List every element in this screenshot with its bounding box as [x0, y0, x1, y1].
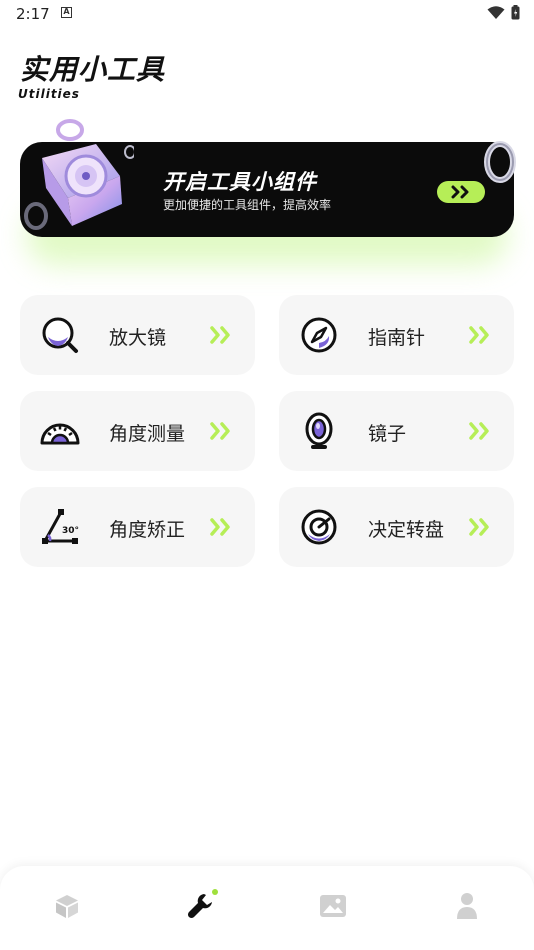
- spinner-wheel-icon: [301, 509, 337, 545]
- cube-icon: [56, 895, 78, 918]
- tool-label: 决定转盘: [368, 519, 445, 541]
- nav-item-widgets[interactable]: [47, 886, 87, 926]
- tool-card-compass[interactable]: 指南针: [279, 295, 514, 375]
- battery-icon: [511, 5, 520, 20]
- status-indicators: [487, 5, 520, 20]
- protractor-icon: [40, 423, 80, 445]
- tool-label: 指南针: [368, 327, 426, 349]
- tool-label: 放大镜: [109, 327, 167, 349]
- notification-icon: A: [61, 7, 72, 18]
- double-chevron-right-icon: [210, 326, 230, 344]
- angle-value-text: 30°: [62, 526, 79, 536]
- banner-title: 开启工具小组件: [163, 170, 317, 194]
- tool-card-mirror[interactable]: 镜子: [279, 391, 514, 471]
- tool-card-magnifier[interactable]: 放大镜: [20, 295, 255, 375]
- image-icon: [320, 895, 346, 917]
- active-indicator-dot: [212, 889, 218, 895]
- page-title: 实用小工具: [20, 53, 166, 86]
- compass-icon: [301, 317, 337, 353]
- mirror-icon: [305, 412, 333, 449]
- tool-label: 镜子: [368, 423, 407, 445]
- double-chevron-right-icon: [210, 422, 230, 440]
- tool-card-decision-wheel[interactable]: 决定转盘: [279, 487, 514, 567]
- person-icon: [457, 893, 477, 919]
- double-chevron-right-icon: [469, 422, 489, 440]
- tool-label: 角度测量: [109, 423, 186, 445]
- ring-decoration: [484, 141, 516, 183]
- nav-item-profile[interactable]: [447, 886, 487, 926]
- cube-illustration: [24, 119, 134, 230]
- wrench-icon: [187, 894, 212, 919]
- double-chevron-right-icon: [210, 518, 230, 536]
- banner-description: 更加便捷的工具组件，提高效率: [163, 198, 332, 212]
- tool-label: 角度矫正: [109, 519, 186, 541]
- angle-correction-icon: 30°: [42, 509, 79, 544]
- double-chevron-right-icon: [469, 518, 489, 536]
- status-time: 2:17: [16, 5, 50, 23]
- tool-card-angle-correction[interactable]: 30° 角度矫正: [20, 487, 255, 567]
- nav-item-tools[interactable]: [181, 886, 221, 926]
- double-chevron-right-icon: [469, 326, 489, 344]
- nav-item-gallery[interactable]: [313, 886, 353, 926]
- wifi-icon: [487, 5, 505, 19]
- page-subtitle: Utilities: [18, 87, 80, 101]
- double-chevron-right-icon: [451, 185, 469, 199]
- bottom-nav: [0, 866, 534, 950]
- status-bar: 2:17 A: [0, 0, 534, 28]
- magnifier-icon: [42, 317, 78, 353]
- tool-card-protractor[interactable]: 角度测量: [20, 391, 255, 471]
